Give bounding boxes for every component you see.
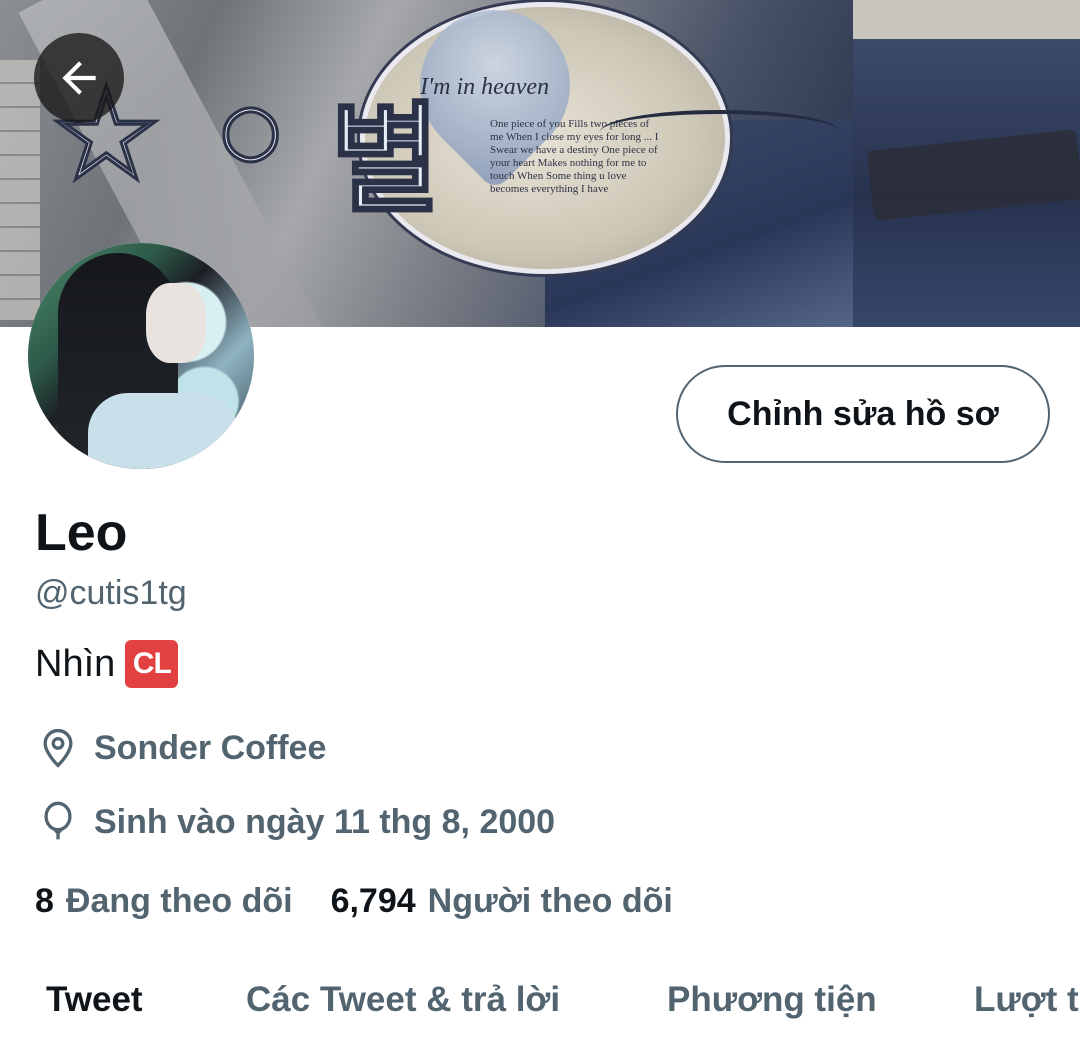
location-pin-icon xyxy=(43,728,73,768)
arrow-left-icon xyxy=(62,61,96,95)
avatar[interactable] xyxy=(28,243,254,469)
tab-tweet[interactable]: Tweet xyxy=(46,980,143,1020)
user-handle: @cutis1tg xyxy=(35,574,187,612)
balloon-icon xyxy=(44,801,72,840)
location-row: Sonder Coffee xyxy=(36,726,326,770)
tab-likes[interactable]: Lượt thích xyxy=(974,980,1080,1020)
bio: Nhìn CL xyxy=(35,640,179,688)
profile-tabs: Tweet Các Tweet & trả lời Phương tiện Lư… xyxy=(0,960,1080,1050)
followers-label: Người theo dõi xyxy=(427,882,673,920)
following-count: 8 xyxy=(35,882,54,920)
banner-wave xyxy=(600,110,840,154)
avatar-face xyxy=(146,283,206,363)
avatar-image xyxy=(28,243,254,469)
edit-profile-button[interactable]: Chỉnh sửa hồ sơ xyxy=(676,365,1050,463)
display-name: Leo xyxy=(35,504,128,562)
birthday-text: Sinh vào ngày 11 thg 8, 2000 xyxy=(94,802,556,841)
follow-stats: 8 Đang theo dõi 6,794 Người theo dõi xyxy=(35,882,673,921)
following-link[interactable]: 8 Đang theo dõi xyxy=(35,882,293,921)
bio-text: Nhìn xyxy=(35,642,116,685)
following-label: Đang theo dõi xyxy=(65,882,293,920)
back-button[interactable] xyxy=(34,33,124,123)
banner-bricks xyxy=(0,60,40,320)
birthday-row: Sinh vào ngày 11 thg 8, 2000 xyxy=(36,800,555,844)
avatar-collar xyxy=(88,393,238,469)
followers-count: 6,794 xyxy=(330,882,416,920)
followers-link[interactable]: 6,794 Người theo dõi xyxy=(331,882,673,921)
banner-korean-text: 별 xyxy=(328,90,441,232)
tab-tweets-and-replies[interactable]: Các Tweet & trả lời xyxy=(246,980,560,1020)
cl-badge-icon: CL xyxy=(125,640,179,688)
tab-media[interactable]: Phương tiện xyxy=(667,980,877,1020)
circle-icon: ○ xyxy=(218,87,282,172)
location-text: Sonder Coffee xyxy=(94,728,327,767)
